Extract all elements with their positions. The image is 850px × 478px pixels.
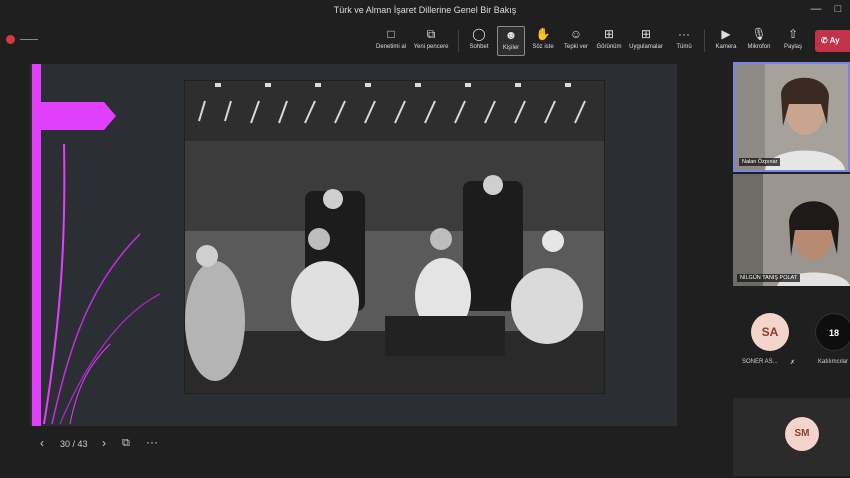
- previous-slide-button[interactable]: ‹: [40, 436, 44, 450]
- more-button[interactable]: ··· Tümü: [672, 26, 696, 56]
- people-button[interactable]: ☻ Kişiler: [497, 26, 525, 56]
- avatar: SM: [785, 417, 819, 451]
- participant-video-feed: [733, 174, 850, 286]
- share-icon: ⇧: [787, 27, 799, 41]
- react-button[interactable]: ☺ Tepki ver: [561, 26, 591, 56]
- toolbar-divider: [458, 30, 459, 52]
- people-label: Kişiler: [502, 45, 520, 51]
- chat-icon: ◯: [472, 27, 486, 41]
- view-label: Görünüm: [596, 44, 622, 50]
- react-label: Tepki ver: [563, 44, 588, 50]
- share-button[interactable]: ⇧ Paylaş: [780, 26, 806, 56]
- window-title: Türk ve Alman İşaret Dillerine Genel Bir…: [333, 5, 517, 15]
- meeting-toolbar: □ Denetimi al ⧉ Yeni pencere ◯ Sohbet ☻ …: [0, 22, 850, 58]
- take-control-label: Denetimi al: [375, 44, 406, 50]
- microphone-label: Mikrofon: [747, 44, 771, 50]
- share-label: Paylaş: [783, 44, 802, 50]
- participant-video-feed: [735, 64, 848, 170]
- microphone-button[interactable]: 🎙 Mikrofon: [745, 26, 773, 56]
- reaction-icon: ☺: [569, 27, 583, 41]
- slide-more-options-icon[interactable]: ···: [146, 435, 158, 449]
- slide-counter: 30 / 43: [60, 439, 88, 449]
- leave-label: Ay: [829, 36, 840, 45]
- camera-icon: ▶: [721, 27, 731, 41]
- title-bar: Türk ve Alman İşaret Dillerine Genel Bir…: [0, 0, 850, 22]
- phone-icon: ✆: [821, 36, 828, 45]
- raise-hand-button[interactable]: ✋ Söz iste: [530, 26, 556, 56]
- raise-hand-icon: ✋: [535, 27, 551, 41]
- take-control-button[interactable]: □ Denetimi al: [372, 26, 410, 56]
- participant-name: Nalan Özpınar: [739, 158, 781, 166]
- muted-microphone-icon: ✗: [790, 360, 796, 366]
- leave-button[interactable]: ✆ Ay: [815, 30, 850, 52]
- camera-button[interactable]: ▶ Kamera: [713, 26, 739, 56]
- shared-content-stage: ‹ 30 / 43 › ⧉ ···: [0, 58, 730, 478]
- new-window-label: Yeni pencere: [413, 44, 449, 50]
- participant-avatar-tile[interactable]: SM: [733, 398, 850, 476]
- apps-button[interactable]: ⊞ Uygulamalar: [627, 26, 665, 56]
- more-icon: ···: [678, 27, 690, 41]
- recording-icon: [6, 35, 15, 44]
- toolbar-divider: [704, 30, 705, 52]
- screen-control-icon: □: [387, 27, 395, 41]
- participants-panel: Nalan Özpınar NİLGÜN TANIŞ POLAT SA SONE…: [730, 58, 850, 478]
- more-label: Tümü: [676, 44, 692, 50]
- slide-decoration: [32, 64, 160, 426]
- participant-video-tile[interactable]: NİLGÜN TANIŞ POLAT: [733, 174, 850, 286]
- more-participants-counter[interactable]: 18: [815, 313, 850, 351]
- people-icon: ☻: [504, 28, 518, 42]
- participant-name: NİLGÜN TANIŞ POLAT: [737, 274, 801, 282]
- slides-grid-icon[interactable]: ⧉: [122, 437, 130, 450]
- slide-photo-stage-performers: [184, 80, 605, 394]
- maximize-icon[interactable]: □: [830, 3, 846, 15]
- presentation-slide: [30, 64, 677, 426]
- new-window-icon: ⧉: [426, 27, 436, 41]
- microphone-icon: 🎙: [751, 27, 767, 41]
- chat-label: Sohbet: [469, 44, 489, 50]
- camera-label: Kamera: [715, 44, 737, 50]
- apps-label: Uygulamalar: [629, 44, 663, 50]
- participant-video-tile[interactable]: Nalan Özpınar: [733, 62, 850, 172]
- more-participants-label: Katılımcılar: [818, 359, 849, 365]
- avatar[interactable]: SA: [751, 313, 789, 351]
- recording-timer-line: [20, 39, 38, 40]
- minimize-icon[interactable]: —: [808, 3, 824, 15]
- apps-icon: ⊞: [640, 27, 652, 41]
- chat-button[interactable]: ◯ Sohbet: [465, 26, 493, 56]
- view-icon: ⊞: [603, 27, 615, 41]
- next-slide-button[interactable]: ›: [102, 436, 106, 450]
- stage-performers-image: [185, 81, 604, 393]
- participant-name: SONER AS...: [742, 359, 778, 365]
- view-button[interactable]: ⊞ Görünüm: [594, 26, 624, 56]
- raise-hand-label: Söz iste: [532, 44, 554, 50]
- new-window-button[interactable]: ⧉ Yeni pencere: [412, 26, 450, 56]
